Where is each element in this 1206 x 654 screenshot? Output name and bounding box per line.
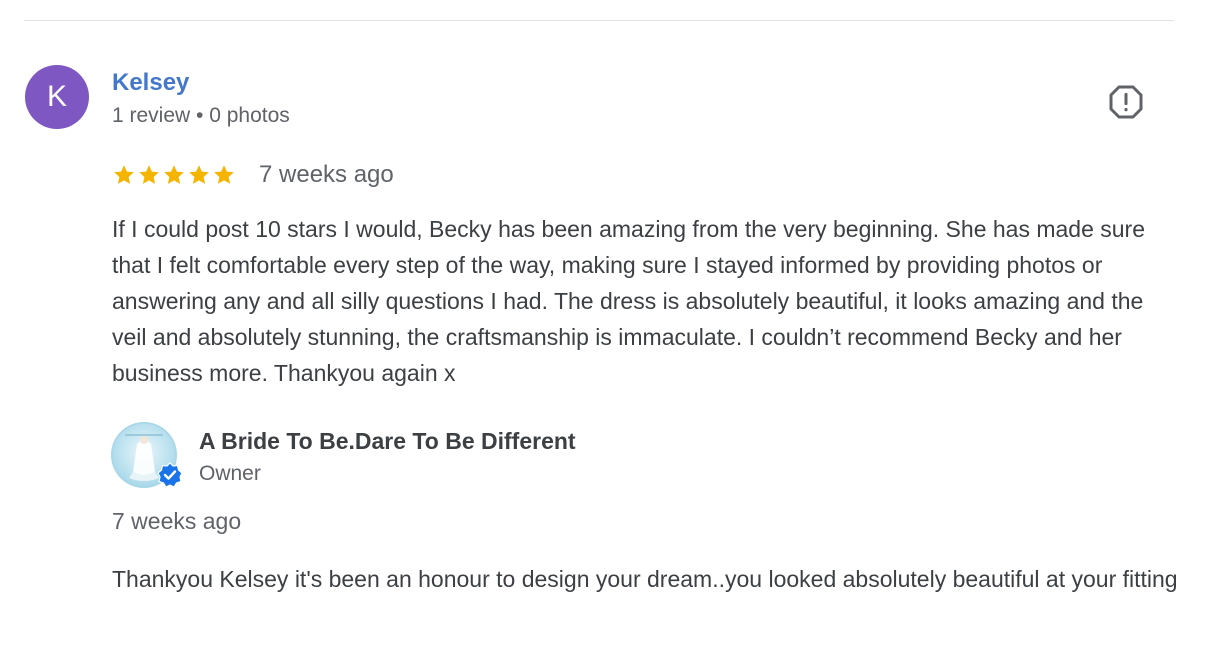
owner-reply-text: Thankyou Kelsey it's been an honour to d… [112, 566, 1178, 592]
owner-avatar[interactable] [111, 422, 183, 488]
review-text: If I could post 10 stars I would, Becky … [112, 216, 1146, 386]
reviewer-meta: 1 review • 0 photos [112, 104, 290, 127]
owner-name[interactable]: A Bride To Be.Dare To Be Different [199, 426, 576, 456]
report-review-button[interactable] [1108, 84, 1144, 120]
reply-date: 7 weeks ago [112, 508, 242, 534]
star-icon [139, 165, 159, 184]
verified-check-icon [157, 462, 183, 488]
reviewer-avatar[interactable]: K [25, 65, 89, 129]
owner-role-label: Owner [199, 462, 261, 485]
report-flag-icon [1109, 85, 1143, 119]
review-date: 7 weeks ago [259, 161, 394, 188]
star-icon [114, 165, 134, 184]
star-icon [164, 165, 184, 184]
star-rating [112, 160, 236, 190]
top-divider [24, 20, 1174, 21]
star-icon [214, 165, 234, 184]
star-icon [189, 165, 209, 184]
reviewer-name[interactable]: Kelsey [112, 68, 189, 98]
